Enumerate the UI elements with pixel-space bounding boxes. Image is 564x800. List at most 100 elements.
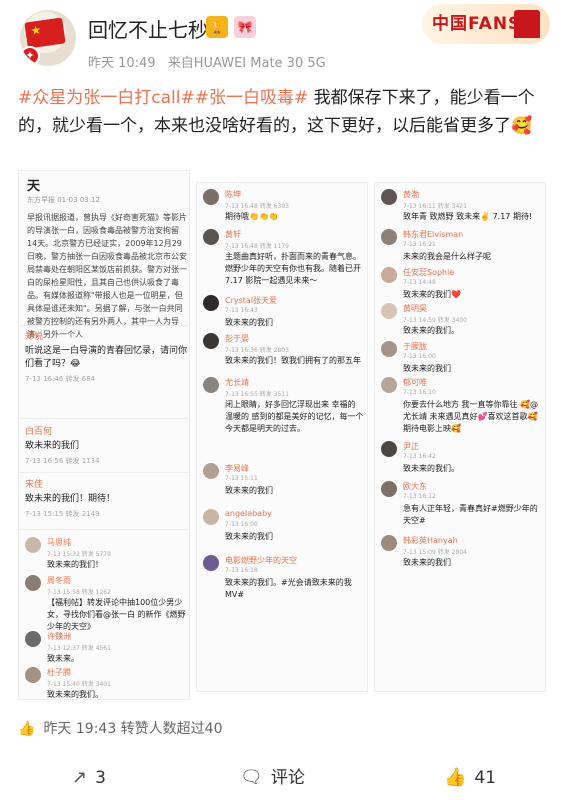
comment-item: 宋佳 致未来的我们！期待！ 7-13 15:15 转发 2149 [25,477,187,519]
reply-author: Crystal张天爱 [225,296,278,305]
hashtag-link[interactable]: #众星为张一白打call# [18,88,195,108]
article-title: 天 [27,179,41,194]
reply-time: 7-13 16:00 [403,353,436,360]
username[interactable]: 回忆不止七秒 [88,14,208,43]
avatar[interactable]: ✦ [20,10,76,66]
reply-author: 郁可唯 [403,378,427,387]
avatar [25,667,41,683]
comment-button[interactable]: 🗨 评论 [240,760,305,796]
reply-text: 致未来的我们 [225,486,273,495]
reply-author: 欧大东 [403,482,427,491]
reply-text: 闭上眼睛，好多回忆浮现出来 幸福的 温暖的 感到的都是美好的记忆，每一个今天都是… [225,400,364,433]
avatar [25,631,41,647]
fans-badge-label: 中国FANS [432,14,522,34]
avatar [381,303,397,319]
reply-time: 7-13 16:10 [403,389,436,396]
reply-author: 黄轩 [225,230,241,239]
reply-text: 未来的我会是什么样子呢 [403,252,491,261]
reply-time: 7-13 15:40 转发 3401 [47,681,111,688]
screenshot-image-right[interactable]: 黄渤 7-13 16:11 转发 3421 致年青 致燃野 致未来✌️ 7.17… [374,182,546,692]
hashtag-link[interactable]: #张一白吸毒# [195,88,309,108]
reply-time: 7-13 16:42 [403,453,436,460]
reply-author: 黄渤 [403,190,419,199]
reply-time: 7-13 16:48 转发 6393 [225,203,289,210]
reply-author: 李易峰 [225,464,249,473]
avatar [381,267,397,283]
comment-item: 白百何 致未来的我们 7-13 16:56 转发 1134 [25,424,187,466]
fans-badge[interactable]: 中国FANS [422,4,550,44]
reply-time: 7-13 16:00 [225,521,258,528]
comment-meta: 7-13 15:15 转发 2149 [25,510,100,518]
reply-time: 7-13 15:09 转发 2804 [403,549,467,556]
thumbs-up-icon: 👍 [18,721,36,737]
reply-text: 致未来的我们！ [47,560,103,569]
verified-badge-icon: ✦ [20,46,40,66]
avatar [203,509,219,525]
reply-time: 7-13 14:48 [403,279,436,286]
reply-time: 7-13 15:58 转发 1262 [47,589,111,596]
repost-info[interactable]: 👍 昨天 19:43 转赞人数超过40 [18,718,223,738]
comment-meta: 7-13 16:46 转发 684 [25,375,96,383]
reply-time: 7-13 16:12 [403,493,436,500]
post-source: 来自HUAWEI Mate 30 5G [167,56,326,71]
comment-item: 郑悦 听说这是一白导演的青春回忆录，请问你们看了吗？😂 7-13 16:46 转… [25,329,187,384]
reply-time: 7-13 16:48 转发 1179 [225,243,289,250]
crown-badge-icon[interactable]: 🏆 [206,16,228,38]
post-body: #众星为张一白打call##张一白吸毒# 我都保存下来了，能少看一个的，就少看一… [18,84,548,140]
post-time: 昨天 10:49 [88,56,156,71]
screenshot-image-left[interactable]: 天 东方早报 01-03 03:12 早报讯据报道，曾执导《好奇害死猫》等影片的… [18,170,190,700]
avatar [381,377,397,393]
reply-author: 杜子腾 [47,668,71,677]
reply-text: 致未来的我们 [403,364,451,373]
avatar [381,229,397,245]
repost-info-text: 昨天 19:43 转赞人数超过40 [43,721,223,737]
reply-author: 马思纯 [47,538,71,547]
reply-time: 7-13 16:36 转发 2803 [225,347,289,354]
like-button[interactable]: 👍 41 [444,760,496,796]
reply-author: 彭于晏 [225,334,249,343]
reply-time: 7-13 16:43 [225,307,258,314]
reply-author: 尤长靖 [225,378,249,387]
flag-icon [24,17,66,49]
reply-time: 7-13 16:21 [403,241,436,248]
reply-text: 致未来的我们 [225,532,273,541]
reply-text: 急有人正年轻，青春真好#燃野少年的天空# [403,504,538,525]
reply-text: 致未来。 [47,654,79,663]
comment-meta: 7-13 16:56 转发 1134 [25,457,100,465]
reply-text: 【福利帖】转发评论中抽100位少男少女，寻找你们看@张一白 的新作《燃野少年的天… [47,598,186,631]
avatar [203,189,219,205]
screenshot-image-middle[interactable]: 陈坤 7-13 16:48 转发 6393 期待哦👏👏👏 黄轩 7-13 16:… [196,182,368,692]
comment-text: 听说这是一白导演的青春回忆录，请问你们看了吗？😂 [25,346,188,369]
reply-text: 主题曲真好听，扑面而来的青春气息。燃野少年的天空有你也有我。随着已开 7.17 … [225,252,361,285]
share-button[interactable]: ↗ 3 [72,760,106,796]
reply-author: 黄明昊 [403,304,427,313]
reply-author: 尹正 [403,442,419,451]
comment-author: 宋佳 [25,480,44,490]
image-grid: 天 东方早报 01-03 03:12 早报讯据报道，曾执导《好奇害死猫》等影片的… [18,170,546,700]
avatar [381,481,397,497]
reply-author: 电影燃野少年的天空 [225,556,297,565]
like-icon: 👍 [444,767,467,788]
reply-time: 7-13 14:59 转发 3400 [403,317,467,324]
reply-author: 韩东君Elvisman [403,230,464,239]
avatar [203,463,219,479]
reply-text: 致年青 致燃野 致未来✌️ 7.17 期待! [403,212,533,221]
ribbon-badge-icon[interactable]: 🎀 [234,16,256,38]
avatar [203,555,219,571]
reply-time: 7-13 15:32 转发 5779 [47,551,111,558]
divider [19,418,189,419]
reply-text: 致未来的我们。 [403,464,459,473]
reply-time: 7-13 16:18 [225,567,258,574]
comment-text: 致未来的我们 [25,441,80,451]
reply-author: 韩彩英Hanyah [403,536,458,545]
avatar [203,295,219,311]
reply-time: 7-13 16:55 转发 3511 [225,391,289,398]
avatar [381,535,397,551]
avatar [203,229,219,245]
action-bar: ↗ 3 🗨 评论 👍 41 [0,760,564,796]
share-count: 3 [95,768,106,788]
reply-time: 7-13 16:11 转发 3421 [403,203,467,210]
comment-author: 郑悦 [25,332,44,342]
reply-text: 致未来的我们！致我们拥有了的那五年 [225,356,361,365]
reply-text: 致未来的我们。 [403,326,459,335]
